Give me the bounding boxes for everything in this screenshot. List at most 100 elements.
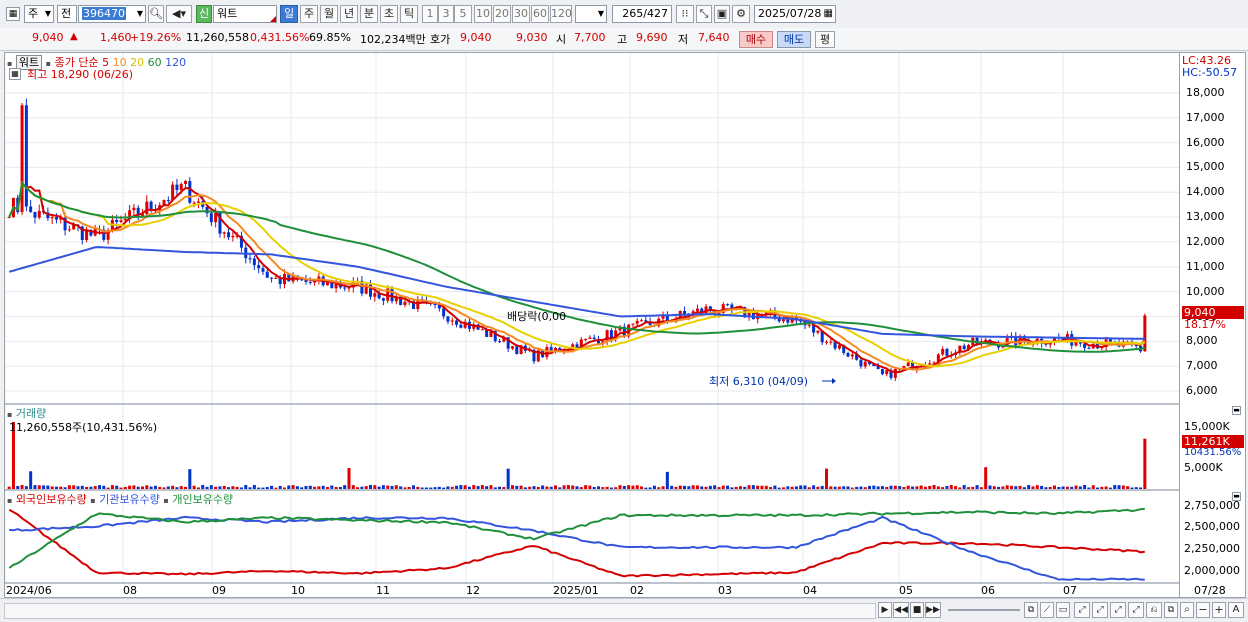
interval-1[interactable]: 1 [422, 5, 438, 23]
zoom-slider[interactable] [948, 609, 1020, 611]
volume-bar [196, 487, 200, 489]
volume-bar [588, 485, 592, 489]
stock-name-field[interactable]: 워트 [213, 5, 277, 23]
volume-bar [493, 487, 497, 489]
candle-body [825, 341, 829, 343]
candle-body [381, 298, 385, 301]
volume-bar [911, 486, 915, 489]
tool-icon-4[interactable]: ⤢ [1128, 602, 1144, 618]
volume-bar [528, 486, 532, 489]
volume-bar [597, 486, 601, 489]
candle-body [442, 308, 446, 317]
stop-icon[interactable]: ■ [910, 602, 924, 618]
chart-settings-icon[interactable]: ▦ [9, 68, 21, 80]
stock-code-input[interactable]: 396470 ▼ [78, 5, 146, 23]
chart-area[interactable]: ▪ 워트 ▪ 종가 단순 5 10 20 60 120 ▦ 최고 18,290 … [4, 52, 1180, 598]
tool-icon-1[interactable]: ⤢ [1074, 602, 1090, 618]
tool-icon-2[interactable]: ⤢ [1092, 602, 1108, 618]
evaluate-button[interactable]: 평 [815, 31, 835, 48]
volume-bar [480, 485, 484, 489]
interval-custom-select[interactable]: ▼ [575, 5, 607, 23]
interval-3[interactable]: 3 [438, 5, 454, 23]
count-field[interactable]: 265/427 [612, 5, 672, 23]
x-label: 03 [718, 584, 732, 597]
panel-close-icon[interactable]: ▬ [1232, 406, 1241, 415]
volume-bar [631, 485, 635, 489]
candle-body [455, 320, 459, 325]
tab-year[interactable]: 년 [340, 5, 358, 23]
tool-icon-6[interactable]: ⧉ [1164, 602, 1178, 618]
candle-body [1087, 347, 1091, 349]
interval-60[interactable]: 60 [531, 5, 549, 23]
fast-forward-icon[interactable]: ▶▶ [925, 602, 941, 618]
candle-body [480, 329, 484, 331]
candle-body [829, 341, 833, 343]
sell-button[interactable]: 매도 [777, 31, 811, 48]
volume-bar [781, 487, 785, 489]
crosshair-icon[interactable]: ⤡ [696, 5, 712, 23]
draw-icon[interactable]: ⟋ [1040, 602, 1054, 618]
split-view-icon[interactable]: ⁝⁝ [676, 5, 694, 23]
buy-button[interactable]: 매수 [739, 31, 773, 48]
tab-second[interactable]: 초 [380, 5, 398, 23]
horizontal-scrollbar[interactable] [4, 603, 876, 619]
volume-bar [825, 468, 829, 489]
volume-bar [541, 485, 545, 489]
tab-day[interactable]: 일 [280, 5, 298, 23]
search-icon[interactable]: 🔍︎ [148, 5, 164, 23]
settings-icon[interactable]: ⌕ [1180, 602, 1194, 618]
rewind-icon[interactable]: ◀◀ [893, 602, 909, 618]
tab-month[interactable]: 월 [320, 5, 338, 23]
volume-bar [334, 486, 338, 489]
volume-bar [416, 486, 420, 489]
volume-bar [343, 485, 347, 489]
interval-20[interactable]: 20 [493, 5, 511, 23]
speaker-icon[interactable]: ◀▾ [166, 5, 192, 23]
volume-bar [502, 487, 506, 489]
interval-120[interactable]: 120 [550, 5, 572, 23]
period-type-select[interactable]: 주 ▼ [24, 5, 54, 23]
volume-bar [145, 485, 149, 489]
interval-30[interactable]: 30 [512, 5, 530, 23]
volume-bar [816, 486, 820, 489]
volume-bar [958, 487, 962, 489]
volume-bar [20, 485, 24, 489]
price-tick: 10,000 [1186, 284, 1225, 298]
volume-bar [136, 486, 140, 489]
volume-bar [644, 487, 648, 489]
tab-tick[interactable]: 틱 [400, 5, 418, 23]
calendar-icon[interactable]: ▦ [824, 6, 833, 22]
date-field[interactable]: 2025/07/28 ▦ [754, 5, 836, 23]
volume-bar [923, 486, 927, 489]
right-price-axis[interactable]: LC:43.26 HC:-50.57 18,000 17,000 16,000 15,… [1180, 52, 1246, 598]
individual-holding-title[interactable]: 개인보유수량 [172, 493, 233, 506]
tab-week[interactable]: 주 [300, 5, 318, 23]
volume-bar [89, 486, 93, 489]
chart-canvas[interactable] [5, 53, 1179, 597]
foreign-holding-title[interactable]: 외국인보유수량 [16, 493, 87, 506]
volume-bar [678, 485, 682, 489]
auto-scale-icon[interactable]: A [1228, 602, 1244, 618]
scroll-right-icon[interactable]: ▶ [878, 602, 892, 618]
candle-body [257, 265, 261, 269]
chart-menu-icon[interactable]: ▦ [6, 7, 20, 21]
interval-5[interactable]: 5 [454, 5, 472, 23]
save-icon[interactable]: ▣ [714, 5, 730, 23]
tab-minute[interactable]: 분 [360, 5, 378, 23]
window-icon[interactable]: ▭ [1056, 602, 1070, 618]
zoom-in-icon[interactable]: + [1212, 602, 1226, 618]
zoom-out-icon[interactable]: − [1196, 602, 1210, 618]
volume-bar [123, 486, 127, 489]
volume-ratio: 0,431.56% [250, 31, 310, 44]
volume-bar [429, 487, 433, 489]
tool-icon-3[interactable]: ⤢ [1110, 602, 1126, 618]
candle-body [433, 303, 437, 305]
volume-bar [85, 486, 89, 489]
prev-select[interactable]: 전 [57, 5, 77, 23]
volume-bar [248, 487, 252, 489]
institution-holding-title[interactable]: 기관보유수량 [99, 493, 160, 506]
layout-icon[interactable]: ⧉ [1024, 602, 1038, 618]
tool-icon-5[interactable]: ⎌ [1146, 602, 1162, 618]
interval-10[interactable]: 10 [474, 5, 492, 23]
gear-icon[interactable]: ⚙ [732, 5, 750, 23]
